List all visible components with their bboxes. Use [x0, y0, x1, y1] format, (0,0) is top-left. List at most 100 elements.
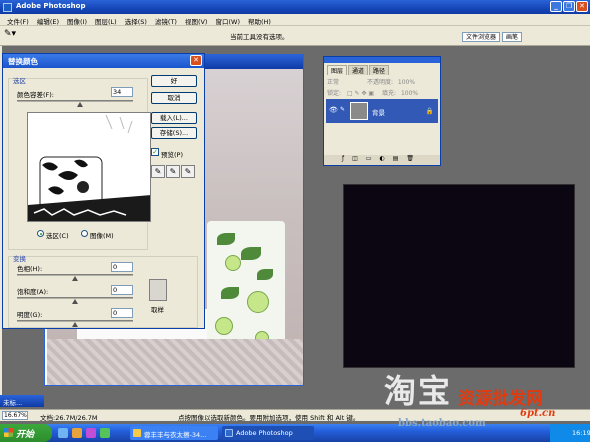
- start-button[interactable]: 开始: [0, 424, 52, 442]
- windows-taskbar: 开始 蓉丰丰与衣太擦-34... Adobe Photoshop 16:19: [0, 424, 590, 442]
- opacity-label: 不透明度:: [366, 79, 393, 86]
- fuzziness-slider[interactable]: [17, 100, 133, 107]
- layers-panel-tabs: 图层 通道 路径: [324, 63, 440, 75]
- taskbar-item-label: 蓉丰丰与衣太擦-34...: [144, 431, 207, 439]
- menu-layer[interactable]: 图层(L): [91, 14, 121, 26]
- dialog-titlebar[interactable]: 替换颜色 ✕: [3, 54, 204, 68]
- preview-label: 预览(P): [161, 151, 183, 159]
- load-button[interactable]: 载入(L)...: [151, 112, 197, 124]
- ok-button[interactable]: 好: [151, 75, 197, 87]
- minimize-button[interactable]: _: [550, 1, 562, 12]
- file-browser-tab[interactable]: 文件浏览器: [462, 32, 501, 42]
- lock-icons[interactable]: □ ✎ ✥ ▣: [347, 90, 374, 97]
- layer-style-icon[interactable]: ƒ: [342, 155, 344, 165]
- brushes-tab[interactable]: 画笔: [502, 32, 523, 42]
- cancel-button[interactable]: 取消: [151, 92, 197, 104]
- zoom-field[interactable]: 16.67%: [2, 411, 28, 420]
- opacity-input[interactable]: 100%: [398, 79, 415, 86]
- replace-color-dialog: 替换颜色 ✕ 选区 颜色容差(F): 34 选区(C) 图像(M) 变换 色相(…: [2, 53, 205, 329]
- tab-channels[interactable]: 通道: [348, 65, 369, 75]
- adjustment-icon[interactable]: ◐: [379, 155, 384, 165]
- patterned-sheet: [47, 339, 303, 385]
- taskbar-item-explorer[interactable]: 蓉丰丰与衣太擦-34...: [130, 426, 218, 440]
- clock: 16:19: [572, 429, 590, 437]
- fuzziness-slider-thumb[interactable]: [76, 102, 83, 107]
- taskbar-item-photoshop[interactable]: Adobe Photoshop: [222, 426, 314, 440]
- media-icon[interactable]: [86, 428, 96, 438]
- sixpt-watermark: 6pt.cn: [520, 408, 556, 419]
- menu-view[interactable]: 视图(V): [181, 14, 212, 26]
- dialog-close-button[interactable]: ✕: [190, 55, 202, 66]
- browser-icon[interactable]: [72, 428, 82, 438]
- tab-paths[interactable]: 路径: [369, 65, 390, 75]
- chat-icon[interactable]: [100, 428, 110, 438]
- tab-layers[interactable]: 图层: [327, 65, 348, 75]
- save-button[interactable]: 存储(S)...: [151, 127, 197, 139]
- leaf-shape: [257, 269, 273, 280]
- menu-window[interactable]: 窗口(W): [211, 14, 244, 26]
- flower-shape: [225, 255, 241, 271]
- leaf-shape: [217, 233, 235, 245]
- transform-group-label: 变换: [13, 255, 26, 263]
- menu-file[interactable]: 文件(F): [3, 14, 33, 26]
- sample-color-swatch[interactable]: [149, 279, 167, 301]
- quick-launch: [58, 428, 110, 438]
- radio-image-label: 图像(M): [90, 232, 114, 240]
- selection-group-label: 选区: [13, 77, 26, 85]
- menu-bar: 文件(F) 编辑(E) 图像(I) 图层(L) 选择(S) 滤镜(T) 视图(V…: [0, 14, 590, 26]
- hue-slider[interactable]: [17, 274, 133, 281]
- site-watermark: 资源批发网: [458, 389, 543, 409]
- radio-selection-label: 选区(C): [46, 232, 69, 240]
- set-icon[interactable]: ▭: [366, 155, 372, 165]
- lightness-input[interactable]: 0: [111, 308, 133, 318]
- hue-input[interactable]: 0: [111, 262, 133, 272]
- layer-lock-icon: 🔒: [425, 107, 434, 115]
- close-button[interactable]: ✕: [576, 1, 588, 12]
- fuzziness-input[interactable]: 34: [111, 87, 133, 97]
- saturation-input[interactable]: 0: [111, 285, 133, 295]
- menu-filter[interactable]: 滤镜(T): [151, 14, 181, 26]
- leaf-shape: [221, 287, 239, 299]
- minimized-document-window[interactable]: 未标...: [0, 395, 44, 407]
- status-bar: 16.67% 文档:26.7M/26.7M 点按图像以选取新颜色。要用附加选项，…: [0, 409, 590, 422]
- dialog-title: 替换颜色: [8, 57, 38, 66]
- trash-icon[interactable]: 🗑: [406, 155, 414, 165]
- layer-row-background[interactable]: 👁 ✎ 背景 🔒: [326, 99, 438, 123]
- eyedropper-plus-icon[interactable]: ✎: [166, 165, 180, 178]
- fill-input[interactable]: 100%: [401, 90, 418, 97]
- app-titlebar: Adobe Photoshop _ ❐ ✕: [0, 0, 590, 14]
- menu-select[interactable]: 选择(S): [121, 14, 151, 26]
- saturation-slider-thumb[interactable]: [72, 299, 78, 304]
- selection-preview[interactable]: [27, 112, 151, 222]
- desktop-icon[interactable]: [58, 428, 68, 438]
- blend-mode-select[interactable]: 正常: [327, 79, 339, 86]
- radio-image[interactable]: [81, 230, 88, 237]
- new-layer-icon[interactable]: ▤: [393, 155, 399, 165]
- eyedropper-tool-icon[interactable]: ✎▾: [4, 29, 26, 43]
- lightness-label: 明度(G):: [17, 311, 43, 319]
- layers-footer: ƒ ◫ ▭ ◐ ▤ 🗑: [324, 155, 440, 165]
- mask-icon[interactable]: ◫: [352, 155, 358, 165]
- visibility-eye-icon[interactable]: 👁: [329, 106, 338, 114]
- sample-label: 取样: [151, 306, 164, 314]
- eyedropper-minus-icon[interactable]: ✎: [181, 165, 195, 178]
- restore-button[interactable]: ❐: [563, 1, 575, 12]
- saturation-slider[interactable]: [17, 297, 133, 304]
- menu-help[interactable]: 帮助(H): [244, 14, 275, 26]
- start-label: 开始: [16, 430, 35, 440]
- dark-document-canvas[interactable]: [343, 184, 575, 368]
- menu-edit[interactable]: 编辑(E): [33, 14, 63, 26]
- hue-slider-thumb[interactable]: [72, 276, 78, 281]
- hue-label: 色相(H):: [17, 265, 43, 273]
- preview-checkbox[interactable]: ✓: [151, 148, 159, 156]
- brush-link-icon: ✎: [340, 106, 346, 113]
- menu-image[interactable]: 图像(I): [63, 14, 91, 26]
- eyedropper-icon[interactable]: ✎: [151, 165, 165, 178]
- radio-selection[interactable]: [37, 230, 44, 237]
- selection-mask-image[interactable]: [28, 113, 151, 222]
- lightness-slider[interactable]: [17, 320, 133, 327]
- flower-shape: [247, 291, 269, 313]
- window-controls: _ ❐ ✕: [550, 1, 588, 12]
- lightness-slider-thumb[interactable]: [72, 322, 78, 327]
- blend-row: 正常 不透明度: 100%: [327, 77, 415, 86]
